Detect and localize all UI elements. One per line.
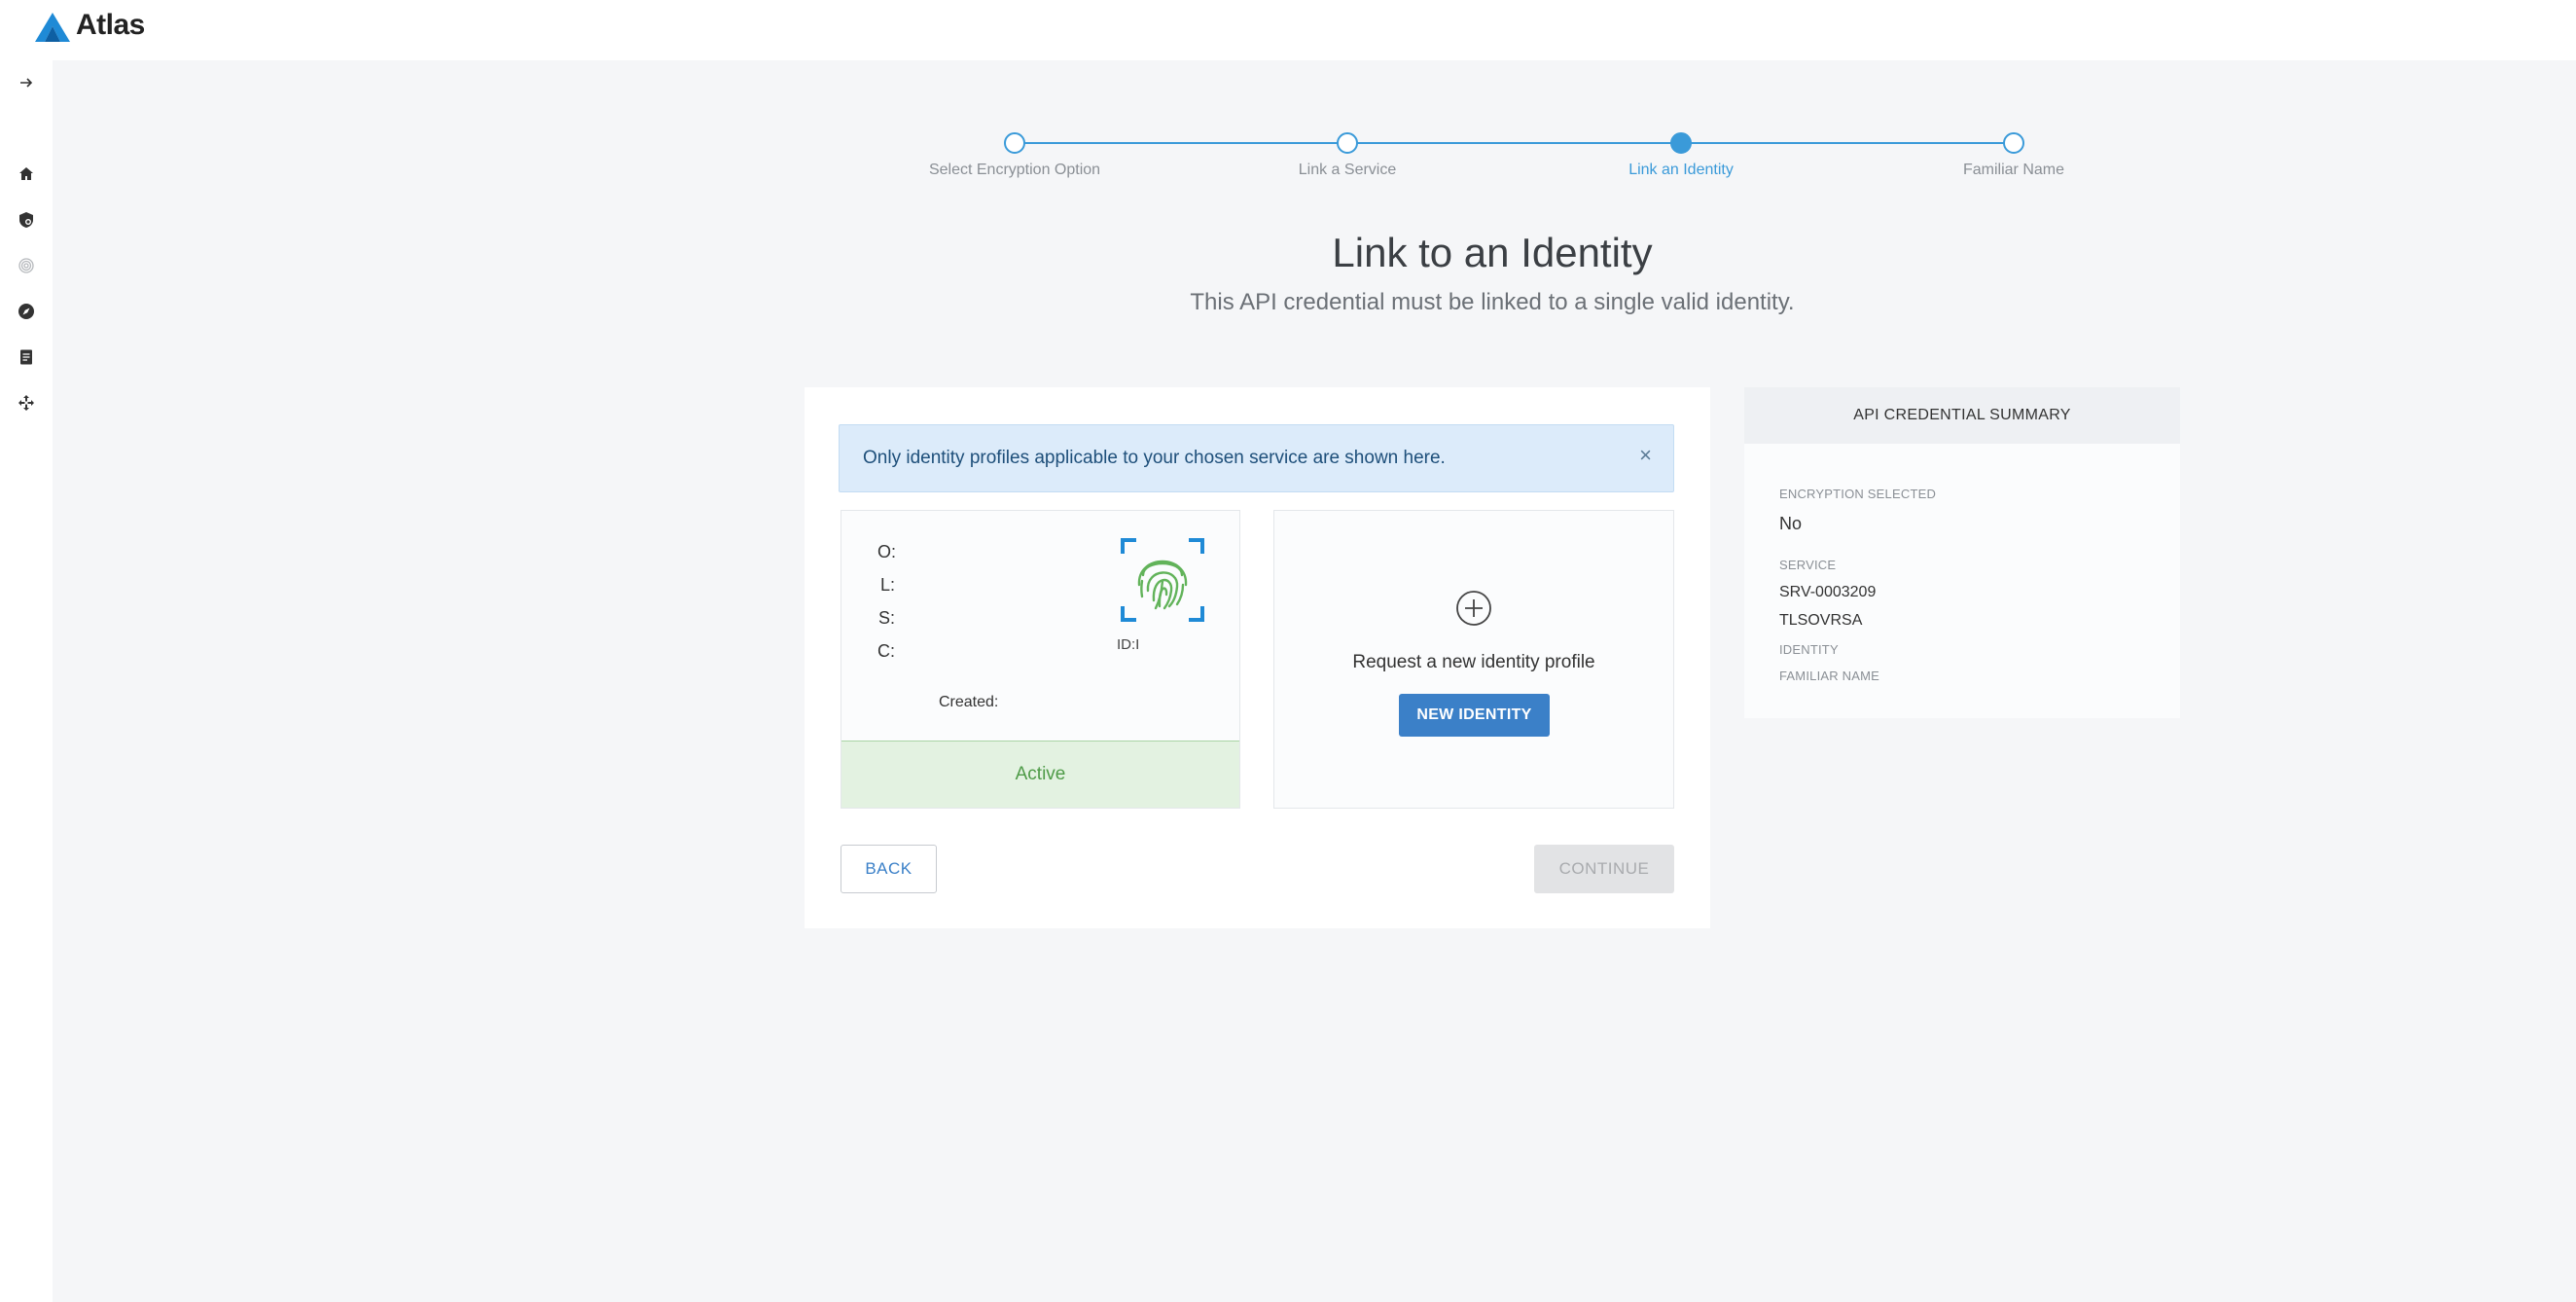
summary-body: ENCRYPTION SELECTED No SERVICE SRV-00032… bbox=[1744, 444, 2180, 718]
atlas-logo-icon bbox=[35, 13, 70, 42]
credential-summary-panel: API CREDENTIAL SUMMARY ENCRYPTION SELECT… bbox=[1744, 387, 2180, 718]
top-bar: Atlas bbox=[0, 0, 2576, 60]
step-dot bbox=[2003, 132, 2024, 154]
locality-label: L: bbox=[880, 575, 896, 595]
step-dot-active bbox=[1670, 132, 1692, 154]
service-id: SRV-0003209 bbox=[1779, 584, 1877, 600]
arrow-right-icon bbox=[20, 78, 33, 88]
step-label: Link an Identity bbox=[1628, 162, 1734, 178]
identity-label: IDENTITY bbox=[1779, 642, 1839, 657]
identity-id-label: ID:I bbox=[1117, 636, 1140, 653]
sidebar bbox=[0, 60, 53, 1302]
sidebar-item-discover[interactable] bbox=[14, 299, 39, 324]
page-subtitle: This API credential must be linked to a … bbox=[1190, 289, 1795, 315]
new-identity-card[interactable]: Request a new identity profile NEW IDENT… bbox=[1273, 510, 1674, 809]
back-button[interactable]: BACK bbox=[841, 845, 937, 893]
logo-text: Atlas bbox=[76, 9, 145, 41]
info-alert: Only identity profiles applicable to you… bbox=[839, 424, 1674, 492]
step-familiar-name[interactable]: Familiar Name bbox=[1897, 132, 2130, 179]
sidebar-item-reports[interactable] bbox=[14, 344, 39, 370]
step-label: Link a Service bbox=[1298, 162, 1397, 178]
summary-title: API CREDENTIAL SUMMARY bbox=[1744, 387, 2180, 444]
document-icon bbox=[20, 349, 32, 365]
sidebar-item-identities[interactable] bbox=[14, 253, 39, 278]
expand-sidebar-button[interactable] bbox=[14, 70, 39, 95]
page-title: Link to an Identity bbox=[1332, 230, 1653, 275]
created-label: Created: bbox=[939, 694, 999, 710]
familiar-name-label: FAMILIAR NAME bbox=[1779, 669, 1880, 683]
stepper-line bbox=[1015, 142, 2015, 144]
step-label: Familiar Name bbox=[1962, 162, 2064, 178]
fingerprint-icon bbox=[1121, 538, 1204, 622]
step-label: Select Encryption Option bbox=[928, 162, 1101, 178]
organization-label: O: bbox=[877, 542, 897, 561]
sidebar-item-home[interactable] bbox=[14, 162, 39, 187]
step-link-service[interactable]: Link a Service bbox=[1231, 132, 1464, 179]
state-label: S: bbox=[878, 608, 896, 628]
identity-profile-card[interactable]: O: L: S: C: ID:I Created: Active bbox=[841, 510, 1240, 809]
encryption-value: No bbox=[1779, 514, 1803, 533]
status-badge: Active bbox=[841, 741, 1239, 808]
new-identity-text: Request a new identity profile bbox=[1352, 652, 1595, 672]
home-icon bbox=[19, 167, 33, 180]
service-label: SERVICE bbox=[1779, 558, 1837, 572]
step-select-encryption[interactable]: Select Encryption Option bbox=[898, 132, 1131, 179]
sidebar-item-integrations[interactable] bbox=[14, 390, 39, 416]
country-label: C: bbox=[877, 641, 895, 661]
close-icon[interactable]: × bbox=[1639, 443, 1652, 468]
compass-icon bbox=[18, 304, 34, 319]
step-dot bbox=[1004, 132, 1025, 154]
service-name: TLSOVRSA bbox=[1779, 612, 1863, 629]
continue-button[interactable]: CONTINUE bbox=[1534, 845, 1674, 893]
shield-icon bbox=[19, 212, 33, 228]
plus-circle-icon[interactable] bbox=[1455, 590, 1492, 627]
identity-selection-panel: Only identity profiles applicable to you… bbox=[805, 387, 1710, 928]
alert-text: Only identity profiles applicable to you… bbox=[863, 448, 1446, 468]
encryption-label: ENCRYPTION SELECTED bbox=[1779, 487, 1937, 501]
sidebar-item-security[interactable] bbox=[14, 207, 39, 233]
move-icon bbox=[18, 395, 34, 411]
new-identity-button[interactable]: NEW IDENTITY bbox=[1399, 694, 1550, 737]
step-link-identity[interactable]: Link an Identity bbox=[1564, 132, 1798, 179]
atlas-logo[interactable]: Atlas bbox=[33, 8, 145, 47]
step-dot bbox=[1337, 132, 1358, 154]
fingerprint-icon bbox=[18, 258, 34, 273]
